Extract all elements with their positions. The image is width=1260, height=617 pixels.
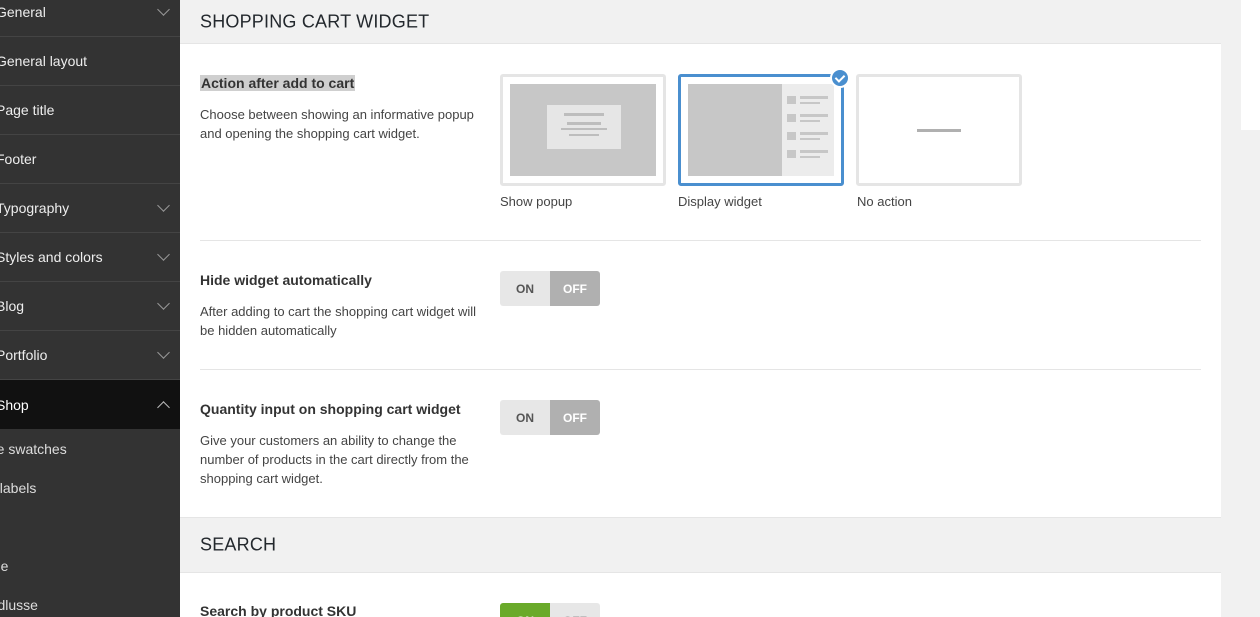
option-description: Give your customers an ability to change… xyxy=(200,433,469,486)
no-action-icon xyxy=(917,129,961,132)
option-label-hide-widget: Hide widget automatically xyxy=(200,272,372,288)
widget-preview-icon xyxy=(688,84,834,176)
chevron-down-icon xyxy=(157,248,170,261)
settings-main-panel: SHOPPING CART WIDGET Action after add to… xyxy=(180,0,1221,617)
sidebar-item-blog[interactable]: Blog xyxy=(0,282,180,331)
sidebar-item-typography[interactable]: Typography xyxy=(0,184,180,233)
sidebar-item-portfolio[interactable]: Portfolio xyxy=(0,331,180,380)
section-header-shopping-cart-widget: SHOPPING CART WIDGET xyxy=(180,0,1221,44)
search-sku-toggle[interactable]: ON OFF xyxy=(500,603,600,617)
sidebar-item-styles-and-colors[interactable]: Styles and colors xyxy=(0,233,180,282)
chevron-down-icon xyxy=(157,199,170,212)
option-description: After adding to cart the shopping cart w… xyxy=(200,304,477,338)
right-panel-edge xyxy=(1241,0,1260,130)
sidebar-item-label: Styles and colors xyxy=(0,249,103,265)
toggle-off[interactable]: OFF xyxy=(550,603,600,617)
toggle-on[interactable]: ON xyxy=(500,271,550,306)
sidebar-item-page-title[interactable]: Page title xyxy=(0,86,180,135)
divider xyxy=(200,240,1201,241)
option-description: Choose between showing an informative po… xyxy=(200,107,474,141)
section-title: SEARCH xyxy=(200,534,277,555)
choice-no-action[interactable] xyxy=(856,74,1022,186)
sidebar-item-label: Blog xyxy=(0,298,25,314)
sidebar-item-general[interactable]: General xyxy=(0,0,180,37)
chevron-down-icon xyxy=(157,297,170,310)
sidebar-subitem-label: ördlusse xyxy=(0,596,38,613)
hide-widget-toggle[interactable]: ON OFF xyxy=(500,271,600,306)
sidebar-subitem-5[interactable]: ördlusse xyxy=(0,585,180,617)
sidebar-subitem-4[interactable]: ade xyxy=(0,546,180,585)
sidebar-item-label: General layout xyxy=(0,53,88,69)
section-header-search: SEARCH xyxy=(180,517,1221,573)
sidebar-item-footer[interactable]: Footer xyxy=(0,135,180,184)
settings-sidebar: General General layout Page title Footer… xyxy=(0,0,180,617)
sidebar-item-general-layout[interactable]: General layout xyxy=(0,37,180,86)
sidebar-subitem-3[interactable]: ls xyxy=(0,507,180,546)
sidebar-item-label: Page title xyxy=(0,102,55,118)
selected-check-icon xyxy=(830,68,850,88)
option-label-quantity-input: Quantity input on shopping cart widget xyxy=(200,401,461,417)
quantity-input-toggle[interactable]: ON OFF xyxy=(500,400,600,435)
toggle-off[interactable]: OFF xyxy=(550,400,600,435)
sidebar-subitem-label: ute swatches xyxy=(0,440,67,457)
sidebar-item-label: Portfolio xyxy=(0,347,48,363)
choice-caption: Show popup xyxy=(500,194,573,209)
sidebar-subitem-attribute-swatches[interactable]: ute swatches xyxy=(0,429,180,468)
chevron-down-icon xyxy=(157,346,170,359)
sidebar-subitem-product-labels[interactable]: ct labels xyxy=(0,468,180,507)
chevron-down-icon xyxy=(157,3,170,16)
sidebar-subitem-label: ct labels xyxy=(0,479,37,496)
popup-preview-icon xyxy=(510,84,656,176)
choice-caption: No action xyxy=(857,194,912,209)
choice-caption: Display widget xyxy=(678,194,762,209)
option-label-search-sku: Search by product SKU xyxy=(200,603,357,617)
toggle-on[interactable]: ON xyxy=(500,400,550,435)
sidebar-subitem-label: ade xyxy=(0,557,9,574)
sidebar-item-shop[interactable]: Shop xyxy=(0,380,180,429)
sidebar-item-label: General xyxy=(0,4,46,20)
divider xyxy=(200,369,1201,370)
sidebar-item-label: Shop xyxy=(0,396,29,413)
sidebar-item-label: Footer xyxy=(0,151,37,167)
sidebar-item-label: Typography xyxy=(0,200,70,216)
choice-display-widget[interactable] xyxy=(678,68,850,186)
section-title: SHOPPING CART WIDGET xyxy=(200,11,430,31)
toggle-off[interactable]: OFF xyxy=(550,271,600,306)
toggle-on[interactable]: ON xyxy=(500,603,550,617)
option-label-action-after-add: Action after add to cart xyxy=(200,75,356,91)
choice-show-popup[interactable] xyxy=(500,74,666,186)
chevron-up-icon xyxy=(157,400,170,414)
